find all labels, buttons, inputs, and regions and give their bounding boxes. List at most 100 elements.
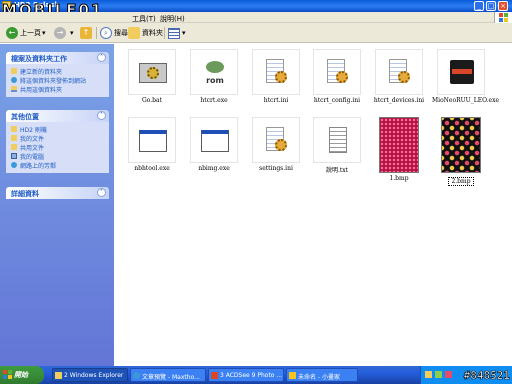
- task-new-folder[interactable]: 建立新的資料夾: [11, 67, 104, 76]
- file-list: Go.bat rom htcrt.exe htcrt.ini htcrt_con…: [114, 44, 512, 366]
- rom-icon: rom: [190, 49, 238, 95]
- place-my-documents[interactable]: 我的文件: [11, 134, 104, 143]
- paint-icon: [289, 372, 296, 379]
- tray-app-icon[interactable]: [425, 371, 432, 378]
- close-button[interactable]: ×: [498, 1, 508, 11]
- file-tasks-header[interactable]: 檔案及資料夾工作 ˄: [6, 52, 109, 64]
- maximize-button[interactable]: □: [486, 1, 496, 11]
- taskbar: 開始 2 Windows Explorer 文章預覽 - Maxtho... 3…: [0, 366, 512, 384]
- file-item-mioneoruu-exe[interactable]: MioNeoRUU_LEO.exe: [432, 49, 500, 104]
- other-places-header[interactable]: 其他位置 ˄: [6, 110, 109, 122]
- file-item-htcrt-ini[interactable]: htcrt.ini: [247, 49, 305, 104]
- task-pane: 檔案及資料夾工作 ˄ 建立新的資料夾 將這個資料夾發佈到網站 共用這個資料夾 其…: [0, 44, 114, 366]
- file-name: nbhtool.exe: [134, 165, 170, 172]
- file-item-htcrt-config-ini[interactable]: htcrt_config.ini: [308, 49, 366, 104]
- file-name: htcrt_devices.ini: [373, 97, 425, 104]
- file-item-nbhtool-exe[interactable]: nbhtool.exe: [123, 117, 181, 172]
- folder-icon: [11, 126, 17, 132]
- gear-script-icon: [128, 49, 176, 95]
- minimize-button[interactable]: _: [474, 1, 484, 11]
- folders-label: 資料夾: [142, 29, 163, 37]
- search-button[interactable]: ⌕ 搜尋: [100, 26, 128, 40]
- toolbar-separator: [96, 27, 97, 39]
- computer-icon: [11, 153, 17, 159]
- file-name: MioNeoRUU_LEO.exe: [432, 97, 500, 104]
- forward-button[interactable]: →: [54, 26, 66, 40]
- file-item-htcrt-devices-ini[interactable]: htcrt_devices.ini: [370, 49, 428, 104]
- file-item-1-bmp[interactable]: 1.bmp: [370, 117, 428, 182]
- place-my-computer[interactable]: 我的電腦: [11, 152, 104, 161]
- back-arrow-icon: ←: [6, 27, 18, 39]
- forward-arrow-icon: →: [54, 27, 66, 39]
- acdsee-icon: [211, 372, 218, 379]
- file-name-selected: 2.bmp: [448, 177, 474, 186]
- up-folder-button[interactable]: ↑: [80, 26, 92, 40]
- network-icon: [11, 162, 17, 168]
- pink-bitmap-icon: [375, 117, 423, 173]
- file-name: htcrt_config.ini: [313, 97, 361, 104]
- file-item-go-bat[interactable]: Go.bat: [123, 49, 181, 104]
- details-panel: 詳細資料 ˅: [6, 187, 109, 199]
- file-name: htcrt.exe: [200, 97, 228, 104]
- back-button[interactable]: ← 上一頁: [6, 26, 41, 40]
- file-item-settings-ini[interactable]: settings.ini: [247, 117, 305, 172]
- file-item-2-bmp[interactable]: 2.bmp: [432, 117, 490, 186]
- windows-logo-icon: [494, 12, 512, 23]
- place-hd2[interactable]: HD2 刷機: [11, 125, 104, 134]
- tray-app-icon[interactable]: [445, 371, 452, 378]
- folders-button[interactable]: 資料夾: [128, 26, 163, 40]
- tray-app-icon[interactable]: [435, 371, 442, 378]
- windows-logo-icon: [3, 370, 12, 379]
- back-label: 上一頁: [20, 29, 41, 37]
- task-acdsee[interactable]: 3 ACDSee 9 Photo ...: [208, 368, 284, 382]
- toolbar-separator: [164, 27, 165, 39]
- file-item-htcrt-exe[interactable]: rom htcrt.exe: [185, 49, 243, 104]
- place-shared-documents[interactable]: 共用文件: [11, 143, 104, 152]
- file-name: htcrt.ini: [263, 97, 289, 104]
- file-name: 說明.txt: [325, 167, 349, 174]
- menu-bar: 工具(T) 說明(H): [0, 12, 512, 23]
- ini-gear-icon: [252, 49, 300, 95]
- share-folder-icon: [11, 86, 17, 92]
- place-network[interactable]: 網路上的芳鄰: [11, 161, 104, 170]
- task-publish-web[interactable]: 將這個資料夾發佈到網站: [11, 76, 104, 85]
- back-dropdown-button[interactable]: ▾: [40, 26, 46, 40]
- other-places-panel: 其他位置 ˄ HD2 刷機 我的文件 共用文件 我的電腦 網路上的芳鄰: [6, 110, 109, 173]
- collapse-icon[interactable]: ˄: [97, 111, 106, 120]
- task-share-folder[interactable]: 共用這個資料夾: [11, 85, 104, 94]
- file-name: 1.bmp: [389, 175, 409, 182]
- views-button[interactable]: ▾: [168, 26, 186, 40]
- details-header[interactable]: 詳細資料 ˅: [6, 187, 109, 199]
- file-item-nbimg-exe[interactable]: nbimg.exe: [185, 117, 243, 172]
- search-label: 搜尋: [114, 29, 128, 37]
- start-button[interactable]: 開始: [0, 366, 44, 384]
- collapse-icon[interactable]: ˄: [97, 53, 106, 62]
- file-name: nbimg.exe: [198, 165, 230, 172]
- file-tasks-panel: 檔案及資料夾工作 ˄ 建立新的資料夾 將這個資料夾發佈到網站 共用這個資料夾: [6, 52, 109, 97]
- toolbar: ← 上一頁 ▾ → ▾ ↑ ⌕ 搜尋 資料夾 ▾: [0, 23, 512, 43]
- window-app-icon: [128, 117, 176, 163]
- file-item-readme-txt[interactable]: 說明.txt: [308, 117, 366, 174]
- globe-icon: [11, 77, 17, 83]
- folder-icon: [55, 372, 62, 379]
- expand-icon[interactable]: ˅: [97, 188, 106, 197]
- text-file-icon: [313, 117, 361, 163]
- window-app-icon: [190, 117, 238, 163]
- ini-gear-icon: [313, 49, 361, 95]
- dots-bitmap-icon: [437, 117, 485, 173]
- file-name: settings.ini: [259, 165, 293, 172]
- file-tasks-title: 檔案及資料夾工作: [11, 55, 67, 63]
- folder-icon: [11, 144, 17, 150]
- forward-dropdown-button[interactable]: ▾: [68, 26, 74, 40]
- search-icon: ⌕: [100, 27, 112, 39]
- start-label: 開始: [14, 371, 28, 379]
- folder-icon: [11, 135, 17, 141]
- task-maxthon[interactable]: 文章預覽 - Maxtho...: [130, 368, 206, 382]
- file-name: Go.bat: [141, 97, 163, 104]
- task-windows-explorer[interactable]: 2 Windows Explorer: [52, 368, 128, 382]
- up-folder-icon: ↑: [80, 27, 92, 39]
- watermark-id: #848521: [463, 369, 510, 383]
- ini-gear-icon: [252, 117, 300, 163]
- task-paint[interactable]: 未命名 - 小畫家: [286, 368, 358, 382]
- ini-gear-icon: [375, 49, 423, 95]
